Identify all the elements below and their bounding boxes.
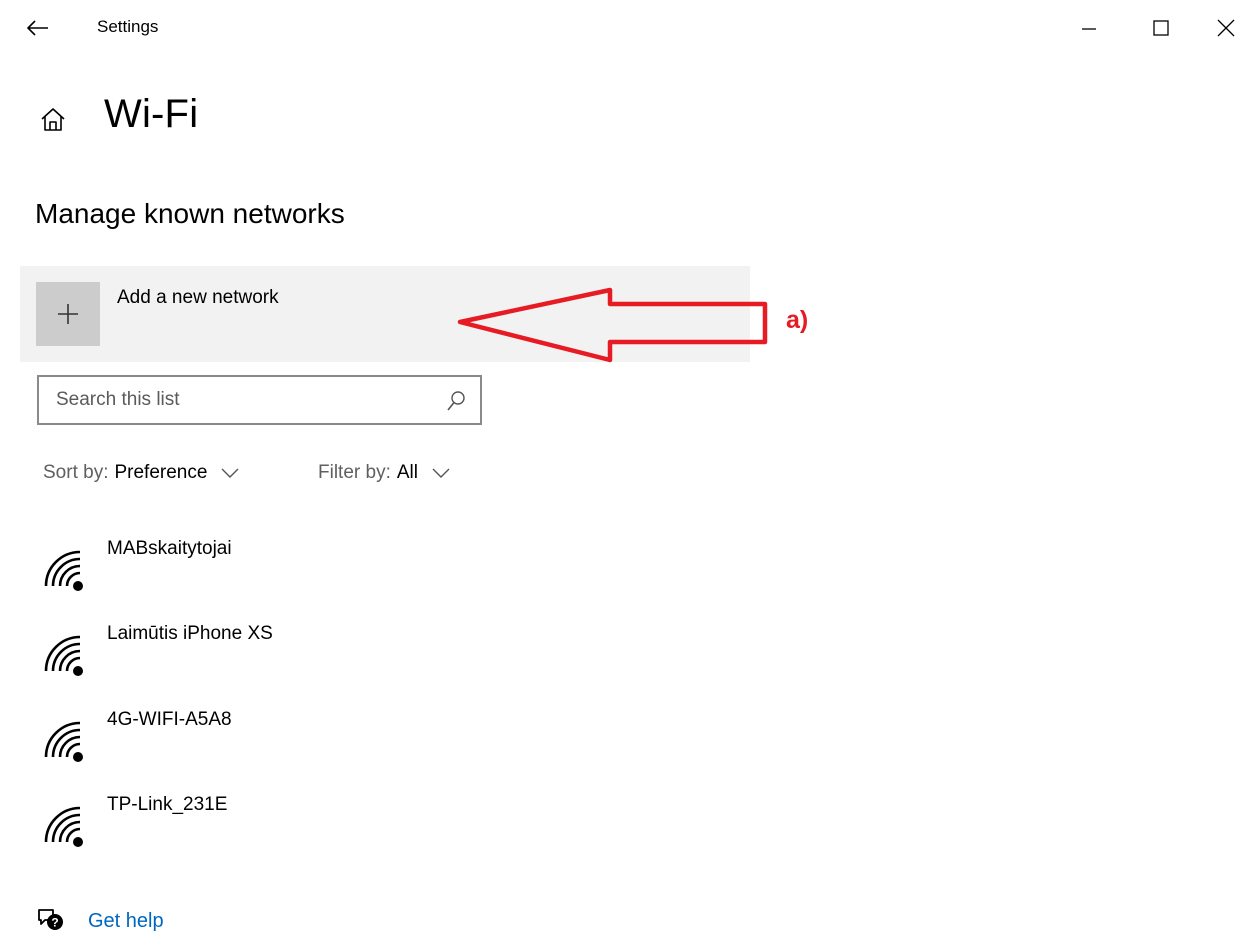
- app-title: Settings: [97, 17, 159, 36]
- minimize-button[interactable]: [1054, 0, 1124, 56]
- chevron-down-icon: [221, 468, 239, 478]
- settings-window: Settings Wi-Fi Manage known networks Add…: [0, 0, 1254, 938]
- wifi-secured-icon: [44, 721, 83, 762]
- minimize-icon: [1082, 28, 1096, 30]
- help-chat-icon: ?: [38, 909, 63, 930]
- network-name: TP-Link_231E: [107, 794, 228, 815]
- add-network-tile[interactable]: [36, 282, 100, 346]
- maximize-icon: [1153, 20, 1169, 36]
- wifi-secured-icon: [44, 550, 83, 591]
- close-button[interactable]: [1198, 0, 1254, 56]
- add-network-label: Add a new network: [117, 287, 279, 308]
- maximize-button[interactable]: [1126, 0, 1196, 56]
- network-list-item[interactable]: MABskaitytojai: [20, 536, 750, 616]
- wifi-secured-icon: [44, 635, 83, 676]
- network-name: 4G-WIFI-A5A8: [107, 709, 232, 730]
- home-button[interactable]: [38, 104, 68, 134]
- search-field[interactable]: [37, 375, 482, 425]
- annotation-arrow: [457, 287, 768, 363]
- network-list-item[interactable]: Laimūtis iPhone XS: [20, 621, 750, 701]
- search-input[interactable]: [56, 389, 416, 411]
- network-name: MABskaitytojai: [107, 538, 232, 559]
- svg-text:?: ?: [51, 916, 58, 930]
- section-title: Manage known networks: [35, 198, 345, 229]
- home-icon: [41, 108, 65, 131]
- page-title: Wi-Fi: [104, 92, 199, 136]
- back-button[interactable]: [18, 10, 58, 46]
- get-help-link[interactable]: Get help: [88, 910, 164, 933]
- network-name: Laimūtis iPhone XS: [107, 623, 273, 644]
- filter-label: Filter by:: [318, 462, 391, 483]
- filter-dropdown[interactable]: Filter by: All: [318, 462, 450, 484]
- sort-label: Sort by:: [43, 462, 109, 483]
- wifi-secured-icon: [44, 806, 83, 847]
- network-list-item[interactable]: TP-Link_231E: [20, 792, 750, 872]
- sort-dropdown[interactable]: Sort by: Preference: [43, 462, 239, 484]
- network-list-item[interactable]: 4G-WIFI-A5A8: [20, 707, 750, 787]
- back-arrow-icon: [27, 20, 48, 36]
- filter-value: All: [396, 462, 418, 483]
- close-icon: [1217, 19, 1235, 37]
- sort-value: Preference: [114, 462, 208, 483]
- chevron-down-icon: [432, 468, 450, 478]
- search-icon: [447, 391, 465, 411]
- annotation-label: a): [786, 306, 809, 334]
- plus-icon: [58, 304, 78, 324]
